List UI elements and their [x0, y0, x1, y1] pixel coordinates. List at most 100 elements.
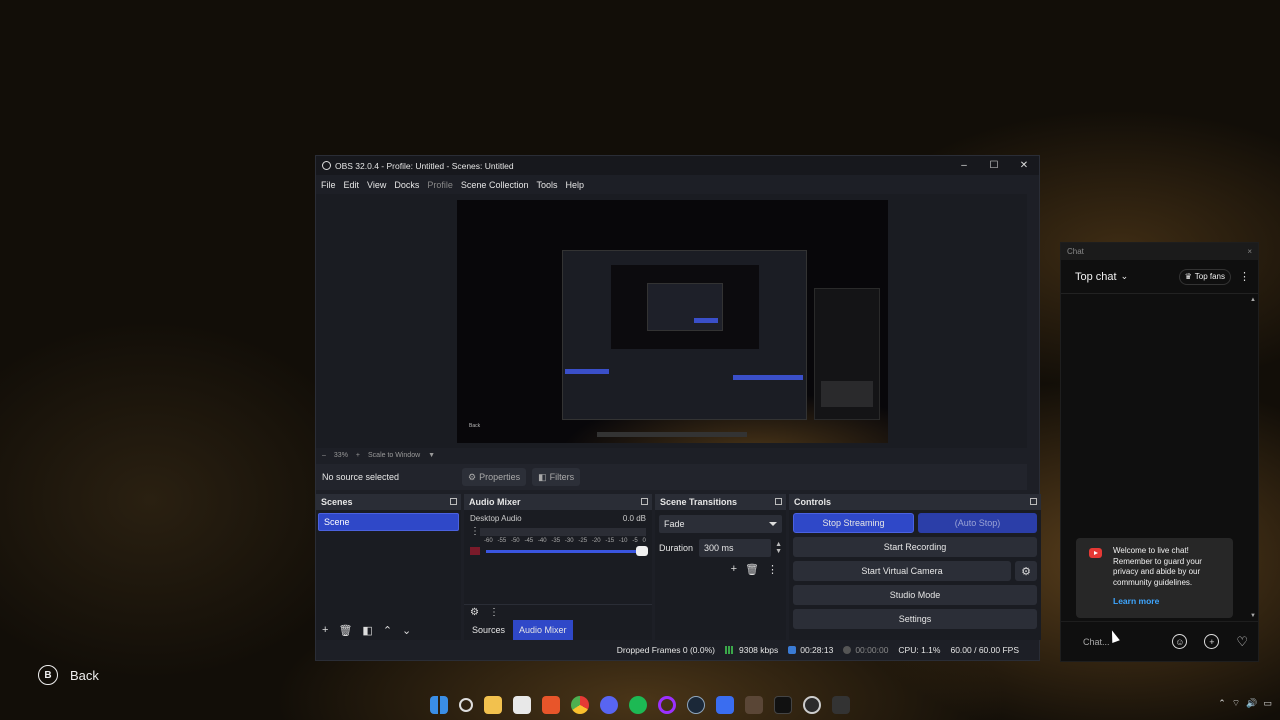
- game-app-icon[interactable]: [745, 696, 763, 714]
- mixer-settings-icon[interactable]: ⚙: [470, 607, 479, 618]
- transition-menu-icon[interactable]: ⋮: [767, 563, 778, 576]
- filters-label: Filters: [549, 472, 575, 482]
- tab-sources[interactable]: Sources: [466, 620, 511, 640]
- tab-audio-mixer[interactable]: Audio Mixer: [513, 620, 573, 640]
- menu-edit[interactable]: Edit: [344, 180, 360, 190]
- more-options-icon[interactable]: ⋮: [1239, 270, 1250, 283]
- chrome-icon[interactable]: [571, 696, 589, 714]
- scenes-footer: + 🗑 ◧ ⌃ ⌄: [316, 620, 461, 640]
- chat-header: Top chat ⌄ ♛ Top fans ⋮: [1061, 260, 1258, 294]
- mute-icon[interactable]: [470, 547, 480, 555]
- brave-icon[interactable]: [542, 696, 560, 714]
- undock-icon[interactable]: [450, 498, 457, 505]
- properties-button[interactable]: ⚙ Properties: [462, 468, 527, 486]
- virtual-camera-settings-icon[interactable]: ⚙: [1015, 561, 1037, 581]
- search-icon[interactable]: [459, 698, 473, 712]
- settings-button[interactable]: Settings: [793, 609, 1037, 629]
- scale-mode[interactable]: Scale to Window: [368, 452, 420, 459]
- file-explorer-icon[interactable]: [484, 696, 502, 714]
- chat-mode-dropdown[interactable]: Top chat ⌄: [1075, 271, 1128, 283]
- menu-profile[interactable]: Profile: [427, 180, 453, 190]
- remove-transition-icon[interactable]: 🗑: [745, 563, 759, 576]
- filters-button[interactable]: ◧ Filters: [532, 468, 581, 486]
- move-up-icon[interactable]: ⌃: [383, 624, 392, 637]
- add-transition-icon[interactable]: +: [731, 563, 737, 576]
- maximize-icon[interactable]: ☐: [979, 156, 1009, 175]
- zoom-out-button[interactable]: –: [322, 452, 326, 459]
- wifi-icon[interactable]: ⌔: [1232, 698, 1240, 709]
- menu-help[interactable]: Help: [565, 180, 584, 190]
- scroll-up-icon[interactable]: ▲: [1250, 297, 1256, 303]
- studio-mode-button[interactable]: Studio Mode: [793, 585, 1037, 605]
- scroll-down-icon[interactable]: ▼: [1250, 613, 1256, 619]
- mixer-menu-icon[interactable]: ⋮: [489, 607, 499, 618]
- undock-icon[interactable]: [775, 498, 782, 505]
- menu-view[interactable]: View: [367, 180, 386, 190]
- crown-icon: ♛: [1184, 272, 1192, 281]
- zoom-in-button[interactable]: +: [356, 452, 360, 459]
- top-fans-button[interactable]: ♛ Top fans: [1178, 268, 1231, 285]
- undock-icon[interactable]: [1030, 498, 1037, 505]
- menu-file[interactable]: File: [321, 180, 336, 190]
- close-icon[interactable]: ✕: [1009, 156, 1039, 175]
- scale-dropdown-icon[interactable]: ▼: [428, 452, 435, 459]
- add-scene-icon[interactable]: +: [322, 624, 328, 636]
- circle-app-icon[interactable]: [658, 696, 676, 714]
- menu-scene-collection[interactable]: Scene Collection: [461, 180, 529, 190]
- menu-tools[interactable]: Tools: [536, 180, 557, 190]
- filter-icon: ◧: [538, 471, 547, 482]
- volume-slider[interactable]: [486, 545, 648, 556]
- dropped-frames: Dropped Frames 0 (0.0%): [616, 645, 715, 655]
- emoji-icon[interactable]: ☺: [1172, 634, 1188, 649]
- scene-filters-icon[interactable]: ◧: [362, 624, 372, 637]
- remove-scene-icon[interactable]: 🗑: [338, 624, 352, 637]
- properties-label: Properties: [479, 472, 521, 482]
- app-icon[interactable]: [832, 696, 850, 714]
- start-virtual-camera-button[interactable]: Start Virtual Camera: [793, 561, 1011, 581]
- auto-stop-button[interactable]: (Auto Stop): [918, 513, 1037, 533]
- volume-slider-handle[interactable]: [636, 545, 648, 556]
- undock-icon[interactable]: [641, 498, 648, 505]
- move-down-icon[interactable]: ⌄: [402, 624, 411, 637]
- spotify-icon[interactable]: [629, 696, 647, 714]
- duration-label: Duration: [659, 543, 694, 553]
- start-recording-button[interactable]: Start Recording: [793, 537, 1037, 557]
- status-bar: Dropped Frames 0 (0.0%) 9308 kbps 00:28:…: [316, 640, 1039, 660]
- back-button[interactable]: B Back: [38, 665, 99, 685]
- store-icon[interactable]: [513, 696, 531, 714]
- taskbar: ⌃ ⌔ 🔊 ▭: [0, 690, 1280, 720]
- scene-item[interactable]: Scene: [318, 513, 459, 531]
- volume-icon[interactable]: 🔊: [1246, 698, 1257, 709]
- nested-taskbar: [597, 432, 747, 437]
- minimize-icon[interactable]: –: [949, 156, 979, 175]
- scenes-dock: Scenes Scene + 🗑 ◧ ⌃ ⌄: [316, 494, 461, 640]
- battery-icon[interactable]: ▭: [1263, 698, 1272, 709]
- add-icon[interactable]: +: [1204, 634, 1220, 649]
- stop-streaming-button[interactable]: Stop Streaming: [793, 513, 914, 533]
- learn-more-link[interactable]: Learn more: [1113, 596, 1225, 606]
- scale-tick: -50: [510, 538, 520, 544]
- heart-icon[interactable]: ♡: [1236, 634, 1248, 650]
- cpu-usage: CPU: 1.1%: [898, 645, 941, 655]
- program-preview[interactable]: Back: [457, 200, 888, 443]
- close-icon[interactable]: ×: [1247, 247, 1252, 256]
- steam-icon[interactable]: [687, 696, 705, 714]
- menu-docks[interactable]: Docks: [394, 180, 419, 190]
- duration-input[interactable]: 300 ms: [699, 539, 772, 557]
- audio-mixer-dock: Audio Mixer Desktop Audio 0.0 dB ⋮ -60 -…: [464, 494, 652, 640]
- welcome-message: Welcome to live chat! Remember to guard …: [1076, 538, 1233, 618]
- chevron-up-icon[interactable]: ⌃: [1218, 698, 1226, 709]
- record-icon: [843, 646, 852, 654]
- obs-icon[interactable]: [803, 696, 821, 714]
- discord-icon[interactable]: [600, 696, 618, 714]
- track-menu-icon[interactable]: ⋮: [470, 526, 480, 537]
- stream-time: 00:28:13: [800, 645, 834, 655]
- windows-start-icon[interactable]: [430, 696, 448, 714]
- nested-obs-window: [562, 250, 807, 420]
- blue-app-icon[interactable]: [716, 696, 734, 714]
- nested-preview-inner: [647, 283, 723, 331]
- duration-stepper[interactable]: ▲ ▼: [775, 541, 782, 555]
- tiktok-icon[interactable]: [774, 696, 792, 714]
- menu-bar: File Edit View Docks Profile Scene Colle…: [316, 176, 1039, 193]
- transition-select[interactable]: Fade: [659, 515, 782, 533]
